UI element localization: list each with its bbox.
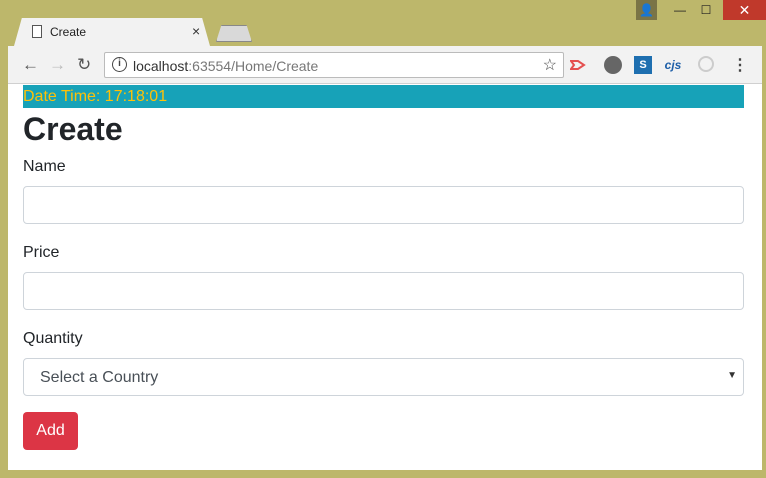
datetime-banner: Date Time: 17:18:01: [23, 85, 744, 108]
maximize-button[interactable]: ☐: [693, 0, 719, 20]
name-label: Name: [23, 158, 66, 175]
extension-s-icon[interactable]: S: [634, 56, 652, 74]
bookmark-star-icon[interactable]: ☆: [543, 55, 557, 75]
forward-arrow-icon[interactable]: →: [49, 55, 66, 75]
menu-icon[interactable]: ⋮: [732, 55, 748, 75]
country-select[interactable]: Select a Country ▼: [23, 358, 744, 396]
document-icon: [32, 25, 42, 38]
extension-cjs-icon[interactable]: cjs: [664, 56, 682, 74]
minimize-button[interactable]: —: [667, 0, 693, 20]
extension-arrow-icon[interactable]: [569, 56, 587, 74]
browser-tab[interactable]: Create ×: [14, 18, 210, 46]
url-text[interactable]: localhost:63554/Home/Create: [133, 58, 318, 74]
price-input[interactable]: [23, 272, 744, 310]
back-arrow-icon[interactable]: ←: [22, 55, 39, 75]
address-bar[interactable]: i localhost:63554/Home/Create ☆: [104, 52, 564, 78]
page-title: Create: [23, 111, 123, 147]
quantity-label: Quantity: [23, 330, 83, 347]
info-icon[interactable]: i: [112, 57, 127, 72]
browser-toolbar: ← → ↻ i localhost:63554/Home/Create ☆ S …: [8, 46, 762, 84]
close-window-button[interactable]: ✕: [723, 0, 766, 20]
chevron-down-icon: ▼: [727, 370, 737, 381]
select-value: Select a Country: [40, 369, 159, 386]
page-content: Date Time: 17:18:01 Create Name Price Qu…: [8, 84, 762, 470]
extension-gray-icon[interactable]: [604, 56, 622, 74]
extension-circle-icon[interactable]: [698, 56, 714, 72]
name-input[interactable]: [23, 186, 744, 224]
window-titlebar: 👤 — ☐ ✕ Create ×: [0, 0, 766, 46]
url-host: localhost: [133, 58, 189, 74]
add-button[interactable]: Add: [23, 412, 78, 450]
user-icon[interactable]: 👤: [636, 0, 657, 20]
new-tab-button[interactable]: [216, 25, 252, 42]
tab-title: Create: [50, 25, 87, 39]
reload-icon[interactable]: ↻: [77, 55, 91, 75]
price-label: Price: [23, 244, 60, 261]
tab-close-icon[interactable]: ×: [192, 23, 200, 39]
url-path: :63554/Home/Create: [188, 58, 319, 74]
